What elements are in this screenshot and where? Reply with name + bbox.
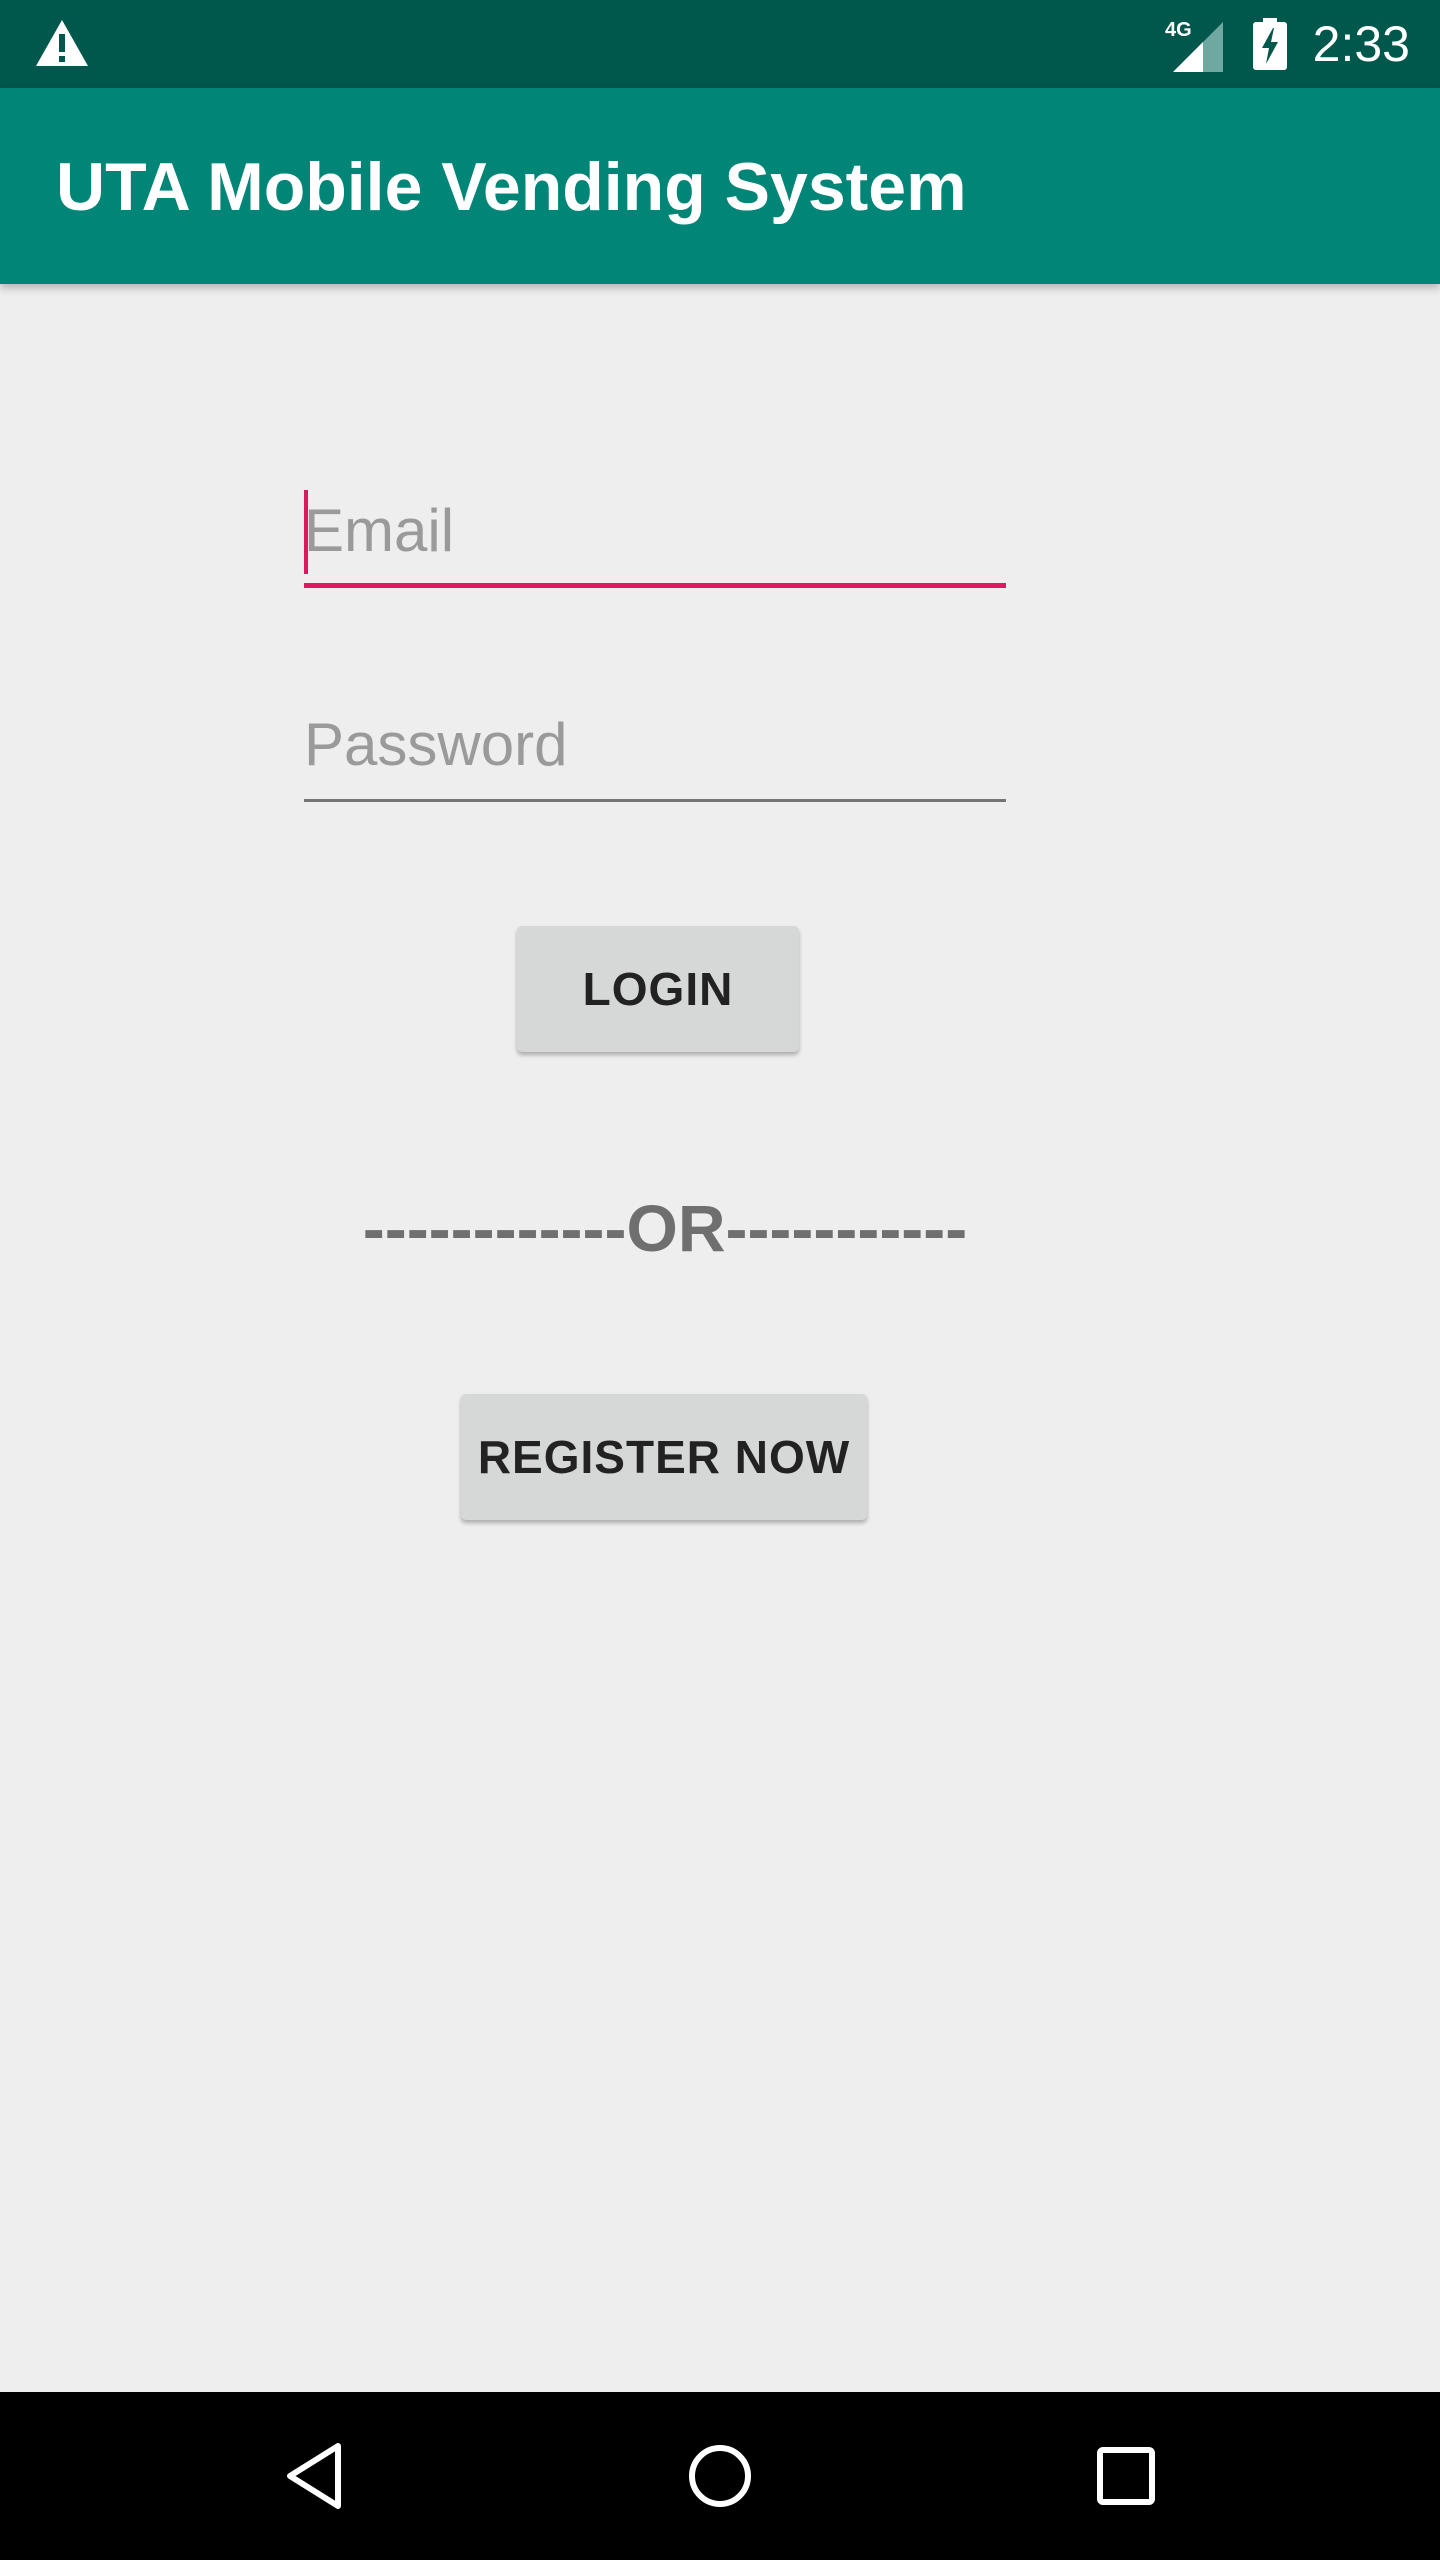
app-title: UTA Mobile Vending System [56,149,967,225]
register-now-button[interactable]: REGISTER NOW [461,1394,867,1520]
or-divider: ------------OR----------- [362,1191,968,1265]
app-bar: UTA Mobile Vending System [0,88,1440,284]
login-button[interactable]: LOGIN [517,926,799,1052]
recents-icon[interactable] [1086,2436,1166,2516]
clock: 2:33 [1312,16,1410,72]
warning-icon [36,20,88,66]
text-cursor [304,490,308,574]
back-icon[interactable] [276,2436,356,2516]
status-icons: 4G 2:33 [1163,0,1410,88]
network-type-label: 4G [1165,19,1192,41]
password-field[interactable] [304,694,1006,794]
home-icon[interactable] [680,2436,760,2516]
email-field-underline [304,583,1006,588]
signal-icon: 4G [1165,19,1223,72]
navigation-bar [0,2392,1440,2560]
battery-charging-icon [1252,18,1287,70]
email-field-container[interactable] [304,480,1006,588]
password-field-underline [304,799,1006,802]
status-bar: 4G 2:33 [0,0,1440,88]
email-field[interactable] [304,480,1006,580]
password-field-container[interactable] [304,694,1006,802]
